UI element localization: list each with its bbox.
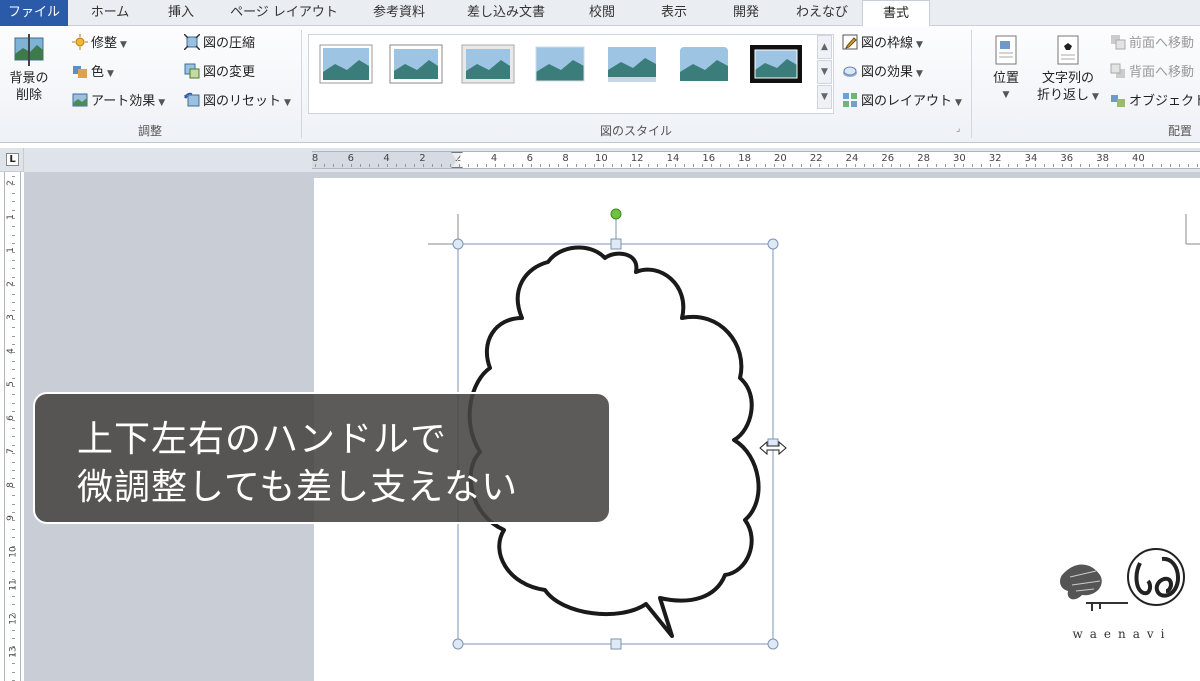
resize-handle-top-left[interactable] xyxy=(452,238,464,250)
rotate-handle[interactable] xyxy=(610,208,622,220)
resize-handle-bottom-right[interactable] xyxy=(767,638,779,650)
resize-handle-bottom[interactable] xyxy=(610,638,622,650)
logo-emblem-icon xyxy=(1060,548,1185,611)
logo-wordmark: waenavi xyxy=(1072,627,1172,641)
caption-line-1: 上下左右のハンドルで xyxy=(77,419,448,460)
resize-handle-top-right[interactable] xyxy=(767,238,779,250)
tutorial-caption: 上下左右のハンドルで 微調整しても差し支えない xyxy=(33,392,611,524)
caption-line-2: 微調整しても差し支えない xyxy=(77,467,519,508)
waenavi-logo: waenavi xyxy=(1056,545,1188,660)
resize-handle-top[interactable] xyxy=(610,238,622,250)
selected-shape-layer xyxy=(428,208,1200,650)
resize-handle-bottom-left[interactable] xyxy=(452,638,464,650)
